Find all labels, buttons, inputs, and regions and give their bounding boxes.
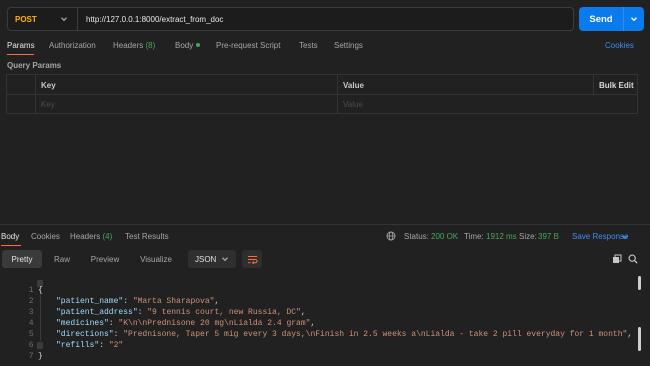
method-label: POST [15, 14, 37, 24]
status-value[interactable]: 200 OK [431, 232, 458, 241]
tab-body[interactable]: Body [175, 41, 201, 50]
json-key: "refills" [56, 341, 100, 350]
json-key: "medicines" [56, 319, 109, 328]
chevron-down-icon [222, 257, 228, 262]
fold-marker[interactable] [37, 342, 43, 349]
globe-icon[interactable] [386, 231, 396, 241]
bulk-edit-button[interactable]: Bulk Edit [599, 81, 634, 90]
response-tab-test-results[interactable]: Test Results [125, 232, 169, 241]
query-params-title: Query Params [7, 61, 62, 70]
time-label: Time: [464, 232, 484, 241]
param-key-input[interactable]: Key [41, 100, 55, 109]
response-tab-body[interactable]: Body [1, 232, 19, 241]
view-pretty-button[interactable]: Pretty [2, 250, 42, 268]
vertical-scrollbar-thumb[interactable] [638, 327, 641, 351]
json-value: "9 tennis court, new Russia, DC" [147, 308, 301, 317]
tab-headers[interactable]: Headers (8) [113, 41, 155, 50]
view-visualize-button[interactable]: Visualize [130, 250, 182, 268]
json-value: "Prednisone, Taper 5 mig every 3 days,\n… [123, 330, 628, 339]
copy-icon[interactable] [612, 254, 622, 264]
wrap-lines-icon [247, 255, 258, 264]
send-options-button[interactable] [623, 7, 644, 31]
response-headers-label: Headers [70, 232, 101, 241]
format-select[interactable]: JSON [188, 250, 236, 268]
query-params-table: Key Value Bulk Edit Key Value [6, 74, 638, 114]
save-response-label: Save Response [572, 232, 629, 241]
indent-guide [40, 287, 41, 341]
response-tab-headers[interactable]: Headers (4) [70, 232, 112, 241]
tab-params[interactable]: Params [7, 41, 35, 50]
chevron-down-icon [631, 17, 637, 22]
response-tab-cookies[interactable]: Cookies [31, 232, 60, 241]
json-brace: { [38, 286, 43, 295]
size-value[interactable]: 397 B [538, 232, 559, 241]
method-select[interactable]: POST [8, 8, 78, 30]
response-headers-count: (4) [102, 232, 113, 241]
search-icon[interactable] [628, 254, 638, 264]
url-bar: POST http://127.0.0.1:8000/extract_from_… [7, 7, 574, 31]
json-value: "2" [108, 341, 124, 350]
cookies-link[interactable]: Cookies [605, 41, 634, 50]
view-preview-button[interactable]: Preview [82, 250, 128, 268]
vertical-scrollbar[interactable] [638, 276, 641, 290]
tab-settings[interactable]: Settings [334, 41, 363, 50]
time-value[interactable]: 1912 ms [486, 232, 517, 241]
active-tab-indicator [7, 54, 34, 55]
column-header-value: Value [343, 81, 364, 90]
json-key: "directions" [56, 330, 114, 339]
status-label: Status: [404, 232, 429, 241]
save-response-button[interactable]: Save Response [572, 232, 628, 241]
chevron-down-icon[interactable] [621, 233, 629, 241]
body-indicator-dot [196, 43, 201, 47]
tab-authorization[interactable]: Authorization [49, 41, 96, 50]
json-value: "K\n\nPrednisone 20 mg\nLialda 2.4 gram" [118, 319, 311, 328]
column-header-key: Key [41, 81, 56, 90]
format-label: JSON [195, 254, 217, 264]
view-raw-button[interactable]: Raw [44, 250, 80, 268]
tab-tests[interactable]: Tests [299, 41, 318, 50]
line-number: 7 [28, 352, 34, 361]
pane-divider[interactable] [0, 224, 650, 225]
tab-headers-label: Headers [113, 41, 144, 50]
code-line: 7} [14, 343, 43, 361]
wrap-lines-button[interactable] [242, 250, 262, 268]
chevron-down-icon [61, 17, 67, 22]
send-button[interactable]: Send [579, 7, 644, 31]
url-input[interactable]: http://127.0.0.1:8000/extract_from_doc [78, 15, 223, 24]
json-value: "Marta Sharapova" [132, 297, 215, 306]
json-key: "patient_name" [56, 297, 124, 306]
tab-pre-request-script[interactable]: Pre-request Script [216, 41, 280, 50]
size-label: Size: [519, 232, 537, 241]
json-key: "patient_address" [56, 308, 138, 317]
param-value-input[interactable]: Value [343, 100, 363, 109]
tab-body-label: Body [175, 41, 194, 50]
headers-count: (8) [145, 41, 156, 50]
send-label: Send [589, 13, 613, 25]
active-response-tab-indicator [1, 245, 21, 246]
json-brace: } [38, 352, 43, 361]
